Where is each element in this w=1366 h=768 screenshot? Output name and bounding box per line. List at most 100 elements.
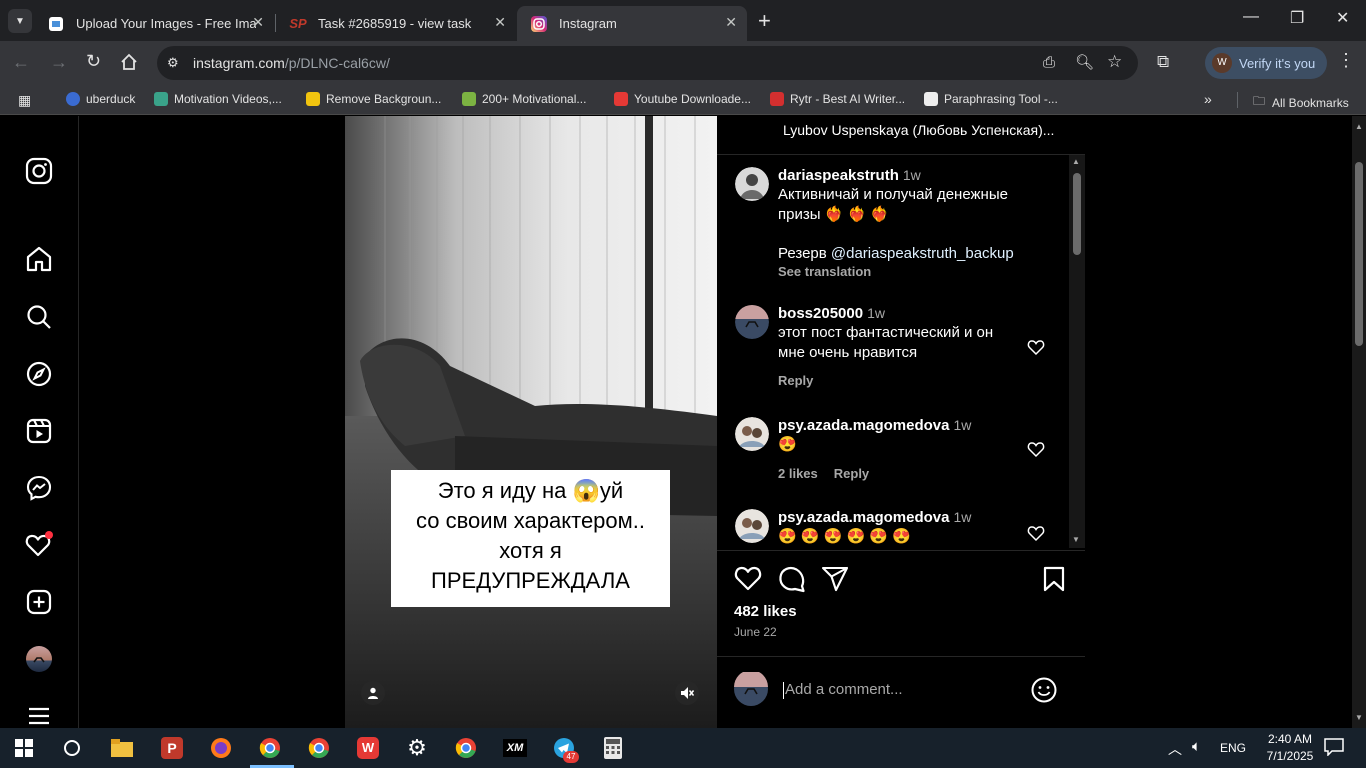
- post-media-video[interactable]: Это я иду на 😱уй со своим характером.. х…: [345, 116, 717, 728]
- scrollbar-thumb[interactable]: [1355, 162, 1363, 346]
- file-explorer-icon[interactable]: [110, 736, 134, 760]
- all-bookmarks[interactable]: 🗀 All Bookmarks: [1253, 92, 1349, 113]
- reload-icon[interactable]: ↻: [86, 51, 101, 72]
- firefox-icon[interactable]: [209, 736, 233, 760]
- comment-time[interactable]: 1w: [953, 509, 971, 525]
- chrome-active-icon[interactable]: [258, 736, 282, 760]
- comment-bubble-icon[interactable]: [778, 565, 806, 593]
- bookmark-remove-bg[interactable]: Remove Backgroun...: [306, 92, 441, 106]
- chrome-icon[interactable]: [307, 736, 331, 760]
- clock-time[interactable]: 2:40 AM: [1260, 732, 1320, 746]
- comment-username[interactable]: psy.azada.magomedova: [778, 417, 949, 434]
- zoom-icon[interactable]: 🔍︎: [1075, 53, 1094, 71]
- search-circle-icon[interactable]: [60, 736, 84, 760]
- comment-time[interactable]: 1w: [953, 417, 971, 433]
- more-menu-icon[interactable]: [24, 701, 54, 728]
- tray-overflow-chevron-icon[interactable]: ︿: [1168, 739, 1182, 759]
- tab-task[interactable]: SP Task #2685919 - view task ✕: [276, 6, 516, 41]
- tagged-user-icon[interactable]: [361, 681, 385, 705]
- page-scrollbar[interactable]: ▲ ▼: [1352, 116, 1366, 728]
- close-tab-icon[interactable]: ✕: [494, 14, 506, 31]
- like-heart-icon[interactable]: [734, 565, 762, 591]
- share-paper-plane-icon[interactable]: [821, 566, 849, 592]
- explore-compass-icon[interactable]: [24, 359, 54, 389]
- comment-username[interactable]: psy.azada.magomedova: [778, 509, 949, 526]
- install-app-icon[interactable]: ⎙: [1043, 54, 1055, 71]
- clock-date[interactable]: 7/1/2025: [1260, 749, 1320, 763]
- like-comment-heart-icon[interactable]: [1027, 524, 1045, 542]
- notifications-heart-icon[interactable]: [24, 530, 54, 560]
- avatar[interactable]: [735, 305, 769, 339]
- chrome-profile-icon[interactable]: [454, 736, 478, 760]
- site-info-icon[interactable]: ⚙: [167, 55, 179, 71]
- messenger-icon[interactable]: [24, 473, 54, 503]
- tab-search-icon[interactable]: ▼: [8, 9, 32, 33]
- tab-instagram[interactable]: Instagram ✕: [517, 6, 747, 41]
- close-window-icon[interactable]: ✕: [1336, 8, 1349, 28]
- volume-icon[interactable]: 🔈︎: [1192, 738, 1201, 755]
- settings-gear-icon[interactable]: ⚙: [405, 735, 429, 760]
- profile-avatar[interactable]: [24, 644, 54, 674]
- comment-username[interactable]: dariaspeakstruth: [778, 167, 899, 184]
- extensions-icon[interactable]: ⧉: [1157, 52, 1169, 72]
- avatar[interactable]: [735, 167, 769, 201]
- scroll-up-arrow-icon[interactable]: ▲: [1072, 157, 1080, 166]
- tab-upload-images[interactable]: Upload Your Images - Free Ima ✕: [34, 6, 274, 41]
- avatar[interactable]: [735, 417, 769, 451]
- new-tab-icon[interactable]: +: [758, 8, 771, 34]
- post-date[interactable]: June 22: [734, 625, 777, 639]
- scroll-down-arrow-icon[interactable]: ▼: [1072, 535, 1080, 544]
- menu-kebab-icon[interactable]: ⋮: [1337, 50, 1355, 71]
- home-nav-icon[interactable]: [24, 244, 54, 274]
- reply-button[interactable]: Reply: [778, 373, 1028, 388]
- notification-center-icon[interactable]: [1324, 738, 1344, 761]
- close-tab-icon[interactable]: ✕: [725, 14, 737, 31]
- mute-icon[interactable]: [675, 681, 699, 705]
- apps-grid-icon[interactable]: ▦: [18, 92, 31, 109]
- reply-button[interactable]: Reply: [834, 466, 869, 481]
- back-icon[interactable]: ←: [12, 52, 30, 73]
- mention-link[interactable]: @dariaspeakstruth_backup: [831, 245, 1014, 262]
- address-bar[interactable]: ⚙ instagram.com/p/DLNC-cal6cw/ ⎙ 🔍︎ ☆: [157, 46, 1138, 80]
- like-comment-heart-icon[interactable]: [1027, 440, 1045, 458]
- maximize-icon[interactable]: ❐: [1290, 8, 1304, 28]
- forward-icon[interactable]: →: [50, 52, 68, 73]
- bookmark-uberduck[interactable]: uberduck: [66, 92, 135, 106]
- wps-office-icon[interactable]: W: [356, 736, 380, 760]
- home-icon[interactable]: [120, 53, 138, 76]
- scroll-up-arrow-icon[interactable]: ▲: [1355, 122, 1363, 131]
- windows-start-icon[interactable]: [12, 736, 36, 760]
- bookmark-star-icon[interactable]: ☆: [1107, 52, 1122, 72]
- bookmark-youtube-dl[interactable]: Youtube Downloade...: [614, 92, 751, 106]
- profile-chip[interactable]: W Verify it's you: [1205, 47, 1327, 79]
- create-plus-icon[interactable]: [24, 587, 54, 617]
- comment-likes-count[interactable]: 2 likes: [778, 466, 818, 481]
- calculator-icon[interactable]: [601, 736, 625, 760]
- scrollbar-thumb[interactable]: [1073, 173, 1081, 255]
- reels-icon[interactable]: [24, 416, 54, 446]
- emoji-smiley-icon[interactable]: [1031, 677, 1057, 703]
- comment-time[interactable]: 1w: [867, 305, 885, 321]
- minimize-icon[interactable]: —: [1243, 8, 1259, 26]
- likes-count[interactable]: 482 likes: [734, 603, 797, 620]
- instagram-logo-icon[interactable]: [24, 156, 54, 186]
- comments-scrollbar[interactable]: ▲ ▼: [1069, 155, 1085, 548]
- scroll-down-arrow-icon[interactable]: ▼: [1355, 713, 1363, 722]
- language-indicator[interactable]: ENG: [1220, 741, 1246, 755]
- see-translation-link[interactable]: See translation: [778, 264, 1068, 279]
- bookmark-motivation[interactable]: Motivation Videos,...: [154, 92, 282, 106]
- bookmark-motivational[interactable]: 200+ Motivational...: [462, 92, 586, 106]
- add-comment-input[interactable]: Add a comment...: [783, 681, 1023, 701]
- like-comment-heart-icon[interactable]: [1027, 338, 1045, 356]
- bookmark-rytr[interactable]: Rytr - Best AI Writer...: [770, 92, 905, 106]
- bookmarks-overflow-icon[interactable]: »: [1204, 91, 1212, 107]
- comment-username[interactable]: boss205000: [778, 305, 863, 322]
- avatar[interactable]: [735, 509, 769, 543]
- close-tab-icon[interactable]: ✕: [252, 14, 264, 31]
- save-bookmark-icon[interactable]: [1043, 566, 1065, 592]
- comment-time[interactable]: 1w: [903, 167, 921, 183]
- xm-app-icon[interactable]: XM: [503, 736, 527, 760]
- search-nav-icon[interactable]: [24, 302, 54, 332]
- bookmark-paraphrasing[interactable]: Paraphrasing Tool -...: [924, 92, 1058, 106]
- app-p-icon[interactable]: P: [160, 736, 184, 760]
